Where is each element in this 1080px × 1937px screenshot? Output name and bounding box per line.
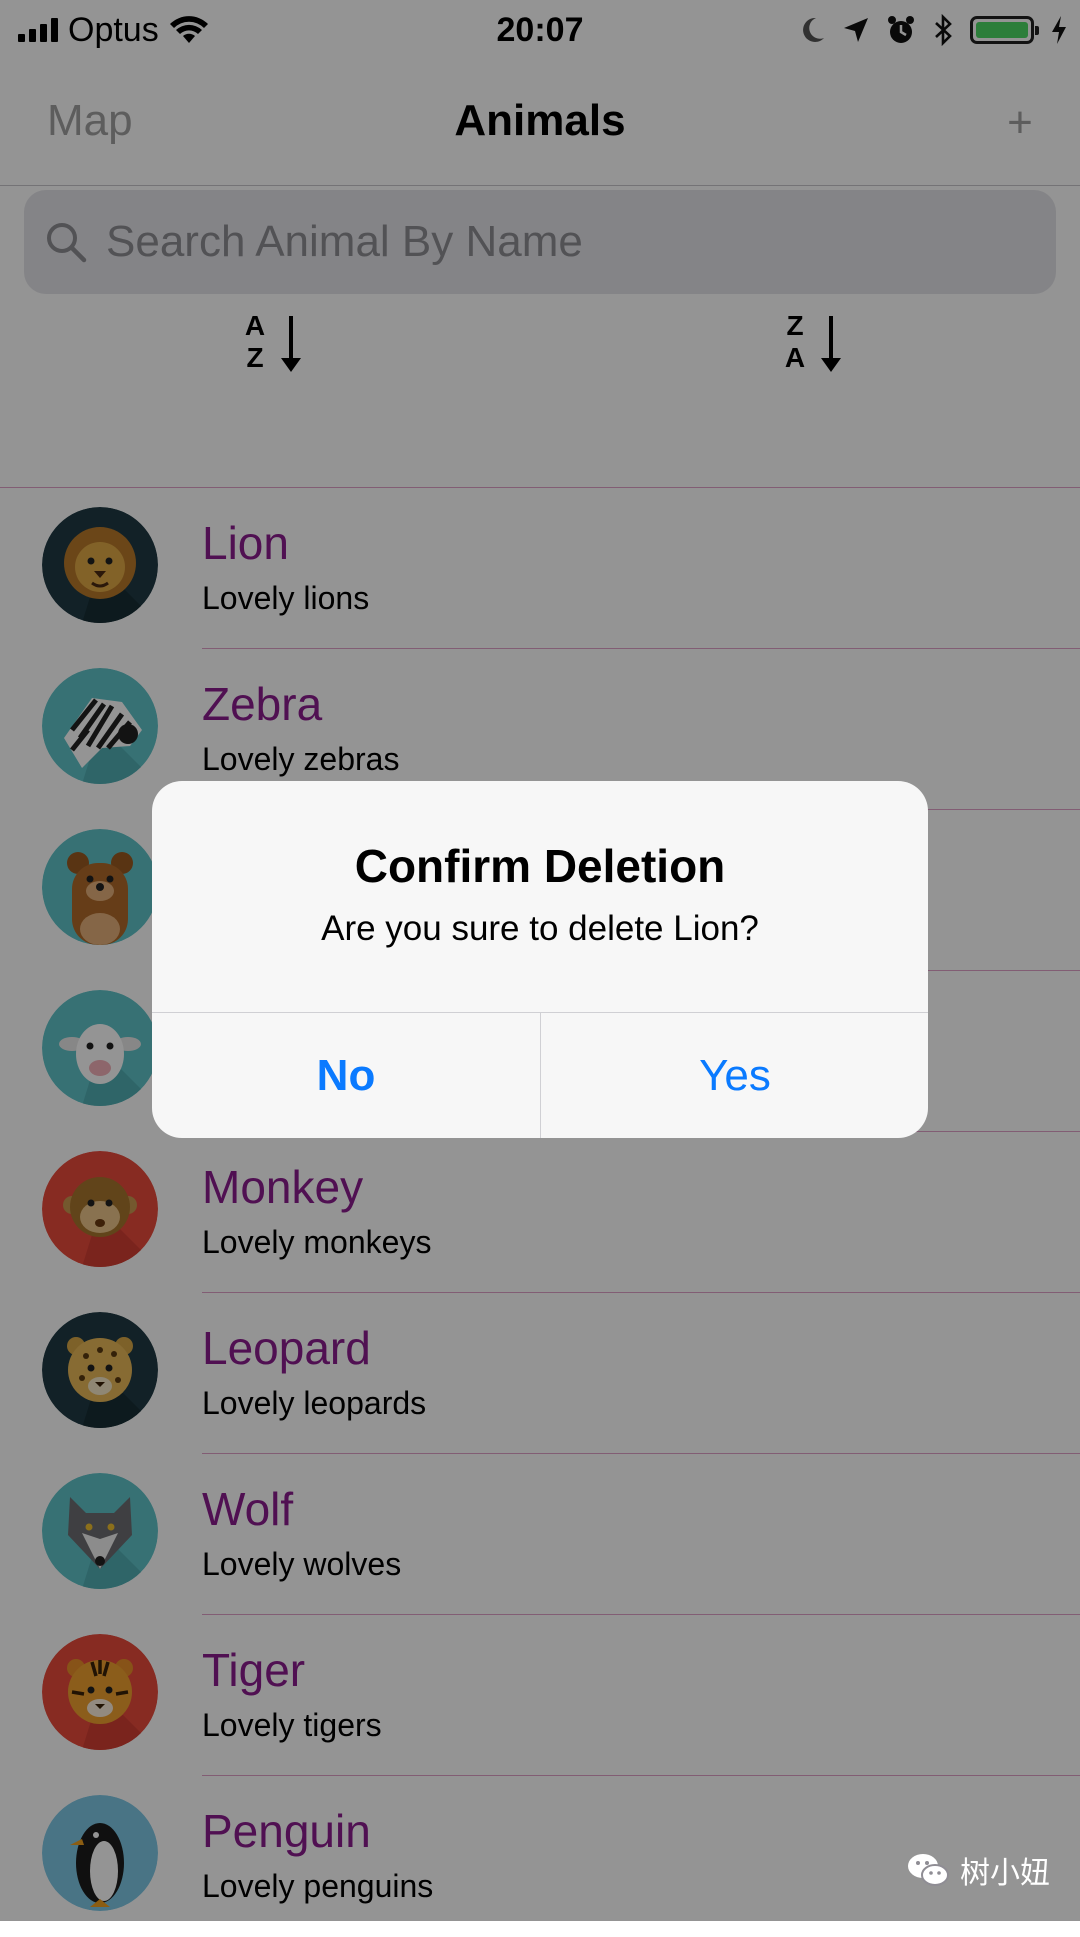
yes-button[interactable]: Yes — [541, 1013, 928, 1138]
watermark-text: 树小妞 — [960, 1857, 1050, 1890]
confirm-deletion-dialog: Confirm Deletion Are you sure to delete … — [152, 781, 928, 1138]
dialog-message: Are you sure to delete Lion? — [321, 909, 759, 948]
dialog-title: Confirm Deletion — [354, 840, 726, 892]
watermark: 树小妞 — [906, 1850, 1050, 1890]
wechat-icon — [908, 1854, 949, 1886]
app-screen: Optus 20:07 Map Animals + Search Animal … — [0, 0, 1080, 1921]
no-button[interactable]: No — [152, 1013, 540, 1138]
